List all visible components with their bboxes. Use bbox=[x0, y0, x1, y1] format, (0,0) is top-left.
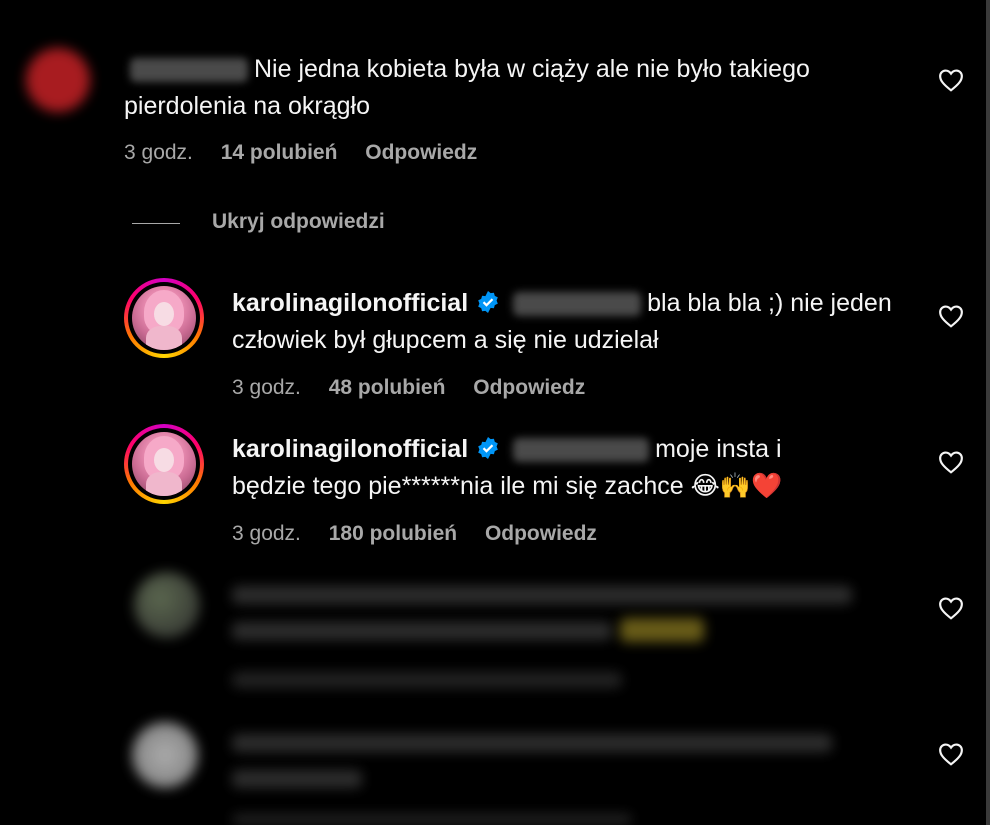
timestamp[interactable]: 3 godz. bbox=[124, 141, 193, 164]
reply-meta: 3 godz. 48 polubień Odpowiedz bbox=[232, 376, 607, 400]
avatar[interactable] bbox=[124, 278, 204, 358]
avatar[interactable] bbox=[134, 572, 200, 638]
mention-blurred[interactable] bbox=[513, 438, 650, 463]
heart-outline-icon[interactable] bbox=[938, 450, 964, 474]
heart-outline-icon[interactable] bbox=[938, 742, 964, 766]
username[interactable]: karolinagilonofficial bbox=[232, 289, 468, 317]
blurred-comment-text bbox=[232, 622, 612, 640]
blurred-meta bbox=[232, 814, 632, 825]
avatar[interactable] bbox=[124, 424, 204, 504]
heart-outline-icon[interactable] bbox=[938, 68, 964, 92]
blurred-comment-text bbox=[232, 586, 852, 604]
divider-line bbox=[132, 223, 180, 224]
reply-button[interactable]: Odpowiedz bbox=[485, 522, 597, 545]
blurred-comment-text bbox=[232, 734, 832, 752]
comment-meta: 3 godz. 14 polubień Odpowiedz bbox=[124, 141, 499, 165]
verified-badge-icon bbox=[476, 434, 500, 459]
reply-button[interactable]: Odpowiedz bbox=[365, 141, 477, 164]
heart-outline-icon[interactable] bbox=[938, 304, 964, 328]
heart-outline-icon[interactable] bbox=[938, 596, 964, 620]
username[interactable]: karolinagilonofficial bbox=[232, 435, 468, 463]
blurred-emoji bbox=[620, 618, 704, 642]
timestamp[interactable]: 3 godz. bbox=[232, 376, 301, 399]
verified-badge-icon bbox=[476, 288, 500, 313]
likes-count[interactable]: 180 polubień bbox=[329, 522, 457, 545]
blurred-comment-text bbox=[232, 770, 362, 788]
likes-count[interactable]: 14 polubień bbox=[221, 141, 338, 164]
blurred-meta bbox=[232, 672, 622, 688]
reply-text-line1: moje insta i bbox=[655, 435, 782, 463]
avatar[interactable] bbox=[132, 722, 198, 788]
avatar[interactable] bbox=[26, 48, 90, 112]
hide-replies-button[interactable]: Ukryj odpowiedzi bbox=[212, 210, 407, 234]
reply-text-line2: będzie tego pie******nia ile mi się zach… bbox=[232, 472, 783, 500]
reply-button[interactable]: Odpowiedz bbox=[473, 376, 585, 399]
username-blurred[interactable] bbox=[130, 58, 248, 83]
mention-blurred[interactable] bbox=[513, 292, 642, 317]
timestamp[interactable]: 3 godz. bbox=[232, 522, 301, 545]
reply-meta: 3 godz. 180 polubień Odpowiedz bbox=[232, 522, 619, 546]
likes-count[interactable]: 48 polubień bbox=[329, 376, 446, 399]
